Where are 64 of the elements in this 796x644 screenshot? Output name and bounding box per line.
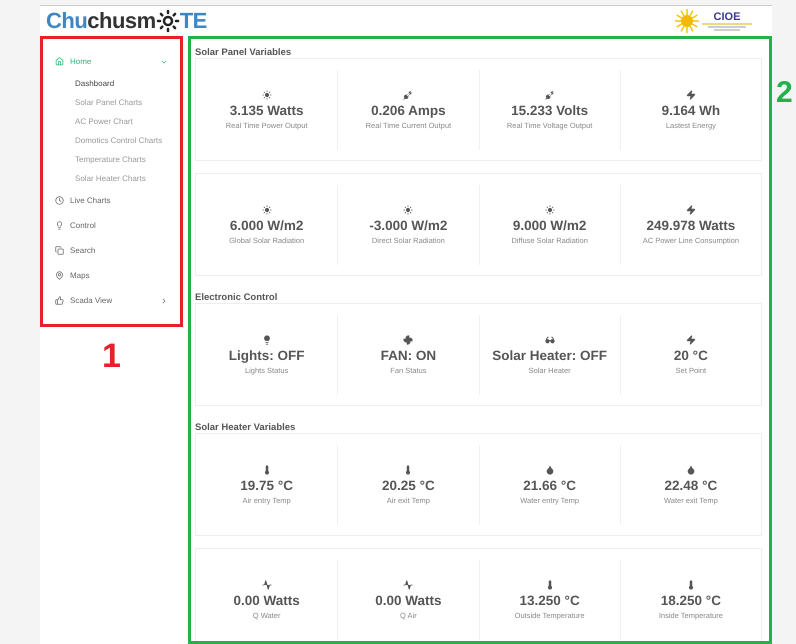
stat-value: 19.75 °C — [240, 478, 293, 492]
stat-value: Solar Heater: OFF — [492, 348, 608, 362]
lightning-icon — [686, 90, 696, 100]
droplet-icon — [686, 464, 696, 474]
fan-icon — [403, 334, 414, 344]
sun-icon — [674, 8, 700, 34]
section-title: Solar Heater Variables — [195, 421, 296, 433]
logo-text: TE — [180, 8, 207, 34]
stat-value: 21.66 °C — [523, 478, 576, 492]
lightbulb-icon — [55, 221, 64, 230]
nav-subitem[interactable]: Temperature Charts — [43, 150, 180, 169]
annotation-number: 1 — [102, 339, 121, 373]
thumbs-up-icon — [55, 296, 64, 305]
nav-item[interactable]: Scada View — [43, 288, 180, 313]
stat-value: 15.233 Volts — [511, 102, 588, 118]
stat-value: 9.000 W/m2 — [512, 218, 586, 232]
stat-value: -3.000 W/m2 — [369, 218, 448, 232]
stat-value: 18.250 °C — [660, 592, 721, 608]
lightning-icon — [686, 334, 696, 344]
annotation-number: 2 — [775, 78, 794, 108]
nav-item[interactable]: Live Charts — [43, 188, 180, 213]
stat-value: 20 °C — [674, 348, 708, 362]
section-title: Electronic Control — [195, 291, 278, 303]
pulse-icon — [262, 580, 272, 590]
lightning-icon — [686, 204, 696, 214]
map-pin-icon — [55, 271, 64, 280]
subtitle-drawing — [702, 23, 752, 31]
sun-icon — [403, 204, 414, 214]
sun-icon — [262, 90, 272, 100]
sun-icon — [544, 204, 555, 214]
stat-value: Lights: OFF — [228, 348, 304, 362]
stat-value: 0.00 Watts — [375, 592, 442, 608]
stat-value: 0.206 Amps — [371, 102, 446, 118]
pulse-icon — [403, 580, 414, 590]
lightbulb-icon — [262, 334, 272, 344]
nav-item[interactable]: Search — [43, 238, 180, 263]
stat-value: 6.000 W/m2 — [230, 218, 304, 232]
logo-text: Chu — [46, 8, 88, 34]
partner-logo: CIOE — [674, 8, 752, 34]
nav-subitem[interactable]: Solar Panel Charts — [43, 93, 180, 112]
sun-icon — [262, 204, 272, 214]
stat-value: 20.25 °C — [382, 478, 435, 492]
stat-value: 9.164 Wh — [662, 102, 720, 118]
nav-subitem[interactable]: AC Power Chart — [43, 112, 180, 131]
documents-icon — [55, 246, 64, 255]
stat-value: FAN: ON — [380, 348, 436, 362]
plug-icon — [544, 90, 555, 100]
section-title: Solar Panel Variables — [195, 46, 292, 58]
home-icon — [55, 57, 64, 66]
plug-icon — [403, 90, 414, 100]
nav-subitem[interactable]: Solar Heater Charts — [43, 169, 180, 188]
stat-value: 3.135 Watts — [230, 102, 304, 118]
stat-value: 249.978 Watts — [646, 218, 736, 232]
clock-icon — [55, 196, 64, 205]
sun-icon — [156, 9, 180, 33]
logo-text: chusm — [87, 8, 156, 34]
stat-value: 13.250 °C — [520, 592, 580, 608]
nav-subitem[interactable]: Dashboard — [43, 74, 180, 93]
nav-item[interactable]: Control — [43, 213, 180, 238]
nav-item[interactable]: Maps — [43, 263, 180, 288]
stat-value: 22.48 °C — [664, 478, 718, 492]
stat-value: 0.00 Watts — [233, 592, 300, 608]
glasses-icon — [544, 334, 555, 344]
droplet-icon — [544, 464, 555, 474]
